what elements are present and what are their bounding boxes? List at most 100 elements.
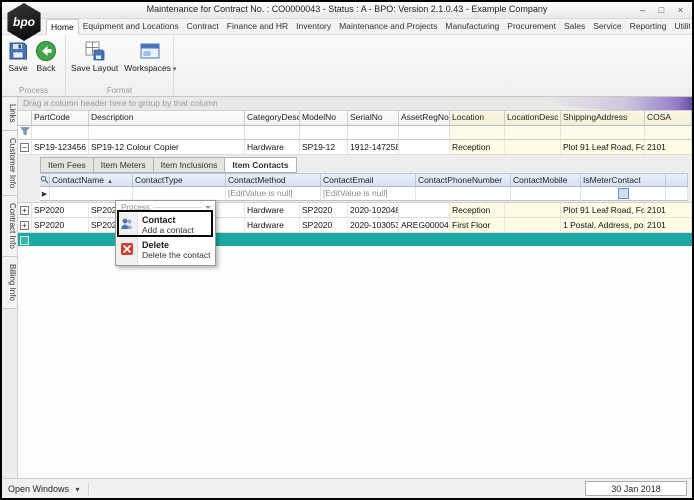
date-display[interactable]: 30 Jan 2018 — [585, 481, 687, 496]
grid-cell[interactable]: AREG000048 — [399, 218, 450, 233]
filter-cell-modelno[interactable] — [300, 126, 348, 140]
grid-cell[interactable]: SP2020 — [300, 203, 348, 218]
filter-cell-assetregno[interactable] — [399, 126, 450, 140]
column-header-contactemail[interactable]: ContactEmail — [321, 173, 416, 187]
back-button[interactable]: Back — [32, 38, 60, 75]
filter-cell-location[interactable] — [450, 126, 505, 140]
column-header-partcode[interactable]: PartCode — [32, 111, 89, 126]
column-header-contactname[interactable]: ContactName — [50, 173, 133, 187]
grid-cell[interactable]: 1 Postal, Address, postal 3, po... — [561, 218, 645, 233]
edit-cell-contactemail[interactable]: [EditValue is null] — [321, 187, 416, 201]
save-layout-button[interactable]: Save Layout — [68, 38, 121, 75]
grid-cell[interactable]: Hardware — [245, 140, 300, 155]
tab-utilities[interactable]: Utilities — [670, 19, 690, 35]
column-header-description[interactable]: Description — [89, 111, 245, 126]
chevron-down-icon[interactable] — [205, 206, 211, 209]
grid-cell[interactable]: Reception — [450, 203, 505, 218]
grid-cell[interactable] — [399, 203, 450, 218]
column-header-contactmobile[interactable]: ContactMobile — [511, 173, 581, 187]
edit-cell-contactname[interactable] — [50, 187, 133, 201]
grid-cell[interactable]: Reception — [450, 140, 505, 155]
sidebar-tab-contract-info[interactable]: Contract Info — [2, 195, 17, 257]
tab-item-inclusions[interactable]: Item Inclusions — [152, 157, 225, 173]
minimize-button[interactable]: – — [633, 3, 652, 18]
filter-cell-cosa[interactable] — [645, 126, 692, 140]
filter-cell-description[interactable] — [89, 126, 245, 140]
edit-cell-contactmobile[interactable] — [511, 187, 581, 201]
column-header-ismetercontact[interactable]: IsMeterContact — [581, 173, 666, 187]
column-header-contacttype[interactable]: ContactType — [133, 173, 226, 187]
grid-cell[interactable]: Plot 91 Leaf Road, Forest Hills,... — [561, 203, 645, 218]
menu-item-contact[interactable]: Contact Add a contact — [116, 213, 215, 238]
column-header-shippingaddress[interactable]: ShippingAddress — [561, 111, 645, 126]
edit-cell-contactphonenumber[interactable] — [416, 187, 511, 201]
grid-cell[interactable] — [505, 203, 561, 218]
grid-cell[interactable]: 1912-147258 — [348, 140, 399, 155]
save-button[interactable]: Save — [4, 38, 32, 75]
tab-maintenance-and-projects[interactable]: Maintenance and Projects — [335, 19, 441, 35]
group-by-band[interactable]: Drag a column header here to group by th… — [18, 97, 692, 111]
workspaces-button[interactable]: Workspaces — [121, 38, 179, 75]
sidebar-tab-customer-info[interactable]: Customer Info — [2, 130, 17, 196]
tab-service[interactable]: Service — [589, 19, 625, 35]
grid-cell[interactable]: Hardware — [245, 203, 300, 218]
column-header-categorydesc[interactable]: CategoryDesc — [245, 111, 300, 126]
grid-cell[interactable]: SP19-12 Colour Copier — [89, 140, 245, 155]
edit-cell-ismetercontact[interactable] — [581, 187, 666, 201]
grid-cell[interactable]: Plot 91 Leaf Road, Forest Hills,... — [561, 140, 645, 155]
edit-cell-contacttype[interactable] — [133, 187, 226, 201]
tab-reporting[interactable]: Reporting — [626, 19, 671, 35]
tab-item-fees[interactable]: Item Fees — [40, 157, 93, 173]
tab-finance-and-hr[interactable]: Finance and HR — [223, 19, 292, 35]
grid-cell[interactable]: Hardware — [245, 218, 300, 233]
tab-contract[interactable]: Contract — [183, 19, 223, 35]
expand-icon-cell[interactable] — [18, 218, 32, 233]
grid-cell[interactable]: 2020-103053 — [348, 218, 399, 233]
grid-cell[interactable]: SP19-12 — [300, 140, 348, 155]
expand-icon[interactable] — [20, 235, 29, 245]
grid-cell[interactable] — [399, 140, 450, 155]
sidebar-tab-links[interactable]: Links — [2, 97, 17, 131]
edit-cell-contactmethod[interactable]: [EditValue is null] — [226, 187, 321, 201]
collapse-icon-cell[interactable] — [18, 140, 32, 155]
filter-icon-cell[interactable] — [18, 126, 32, 140]
column-header-cosa[interactable]: COSA — [645, 111, 692, 126]
grid-cell[interactable]: SP2020 — [300, 218, 348, 233]
close-button[interactable]: × — [671, 3, 690, 18]
tab-item-contacts[interactable]: Item Contacts — [224, 157, 297, 173]
tab-inventory[interactable]: Inventory — [292, 19, 335, 35]
expand-icon[interactable] — [20, 205, 29, 215]
filter-cell-partcode[interactable] — [32, 126, 89, 140]
filter-cell-locationdesc[interactable] — [505, 126, 561, 140]
tab-sales[interactable]: Sales — [560, 19, 589, 35]
filter-cell-serialno[interactable] — [348, 126, 399, 140]
column-header-contactphonenumber[interactable]: ContactPhoneNumber — [416, 173, 511, 187]
tab-equipment-and-locations[interactable]: Equipment and Locations — [79, 19, 183, 35]
collapse-icon[interactable] — [20, 142, 29, 152]
grid-cell[interactable]: 2101 — [645, 218, 692, 233]
open-windows-button[interactable]: Open Windows — [8, 482, 89, 496]
expand-icon[interactable] — [20, 220, 29, 230]
grid-cell[interactable]: First Floor — [450, 218, 505, 233]
search-cell[interactable] — [40, 173, 50, 187]
filter-cell-categorydesc[interactable] — [245, 126, 300, 140]
tab-manufacturing[interactable]: Manufacturing — [441, 19, 503, 35]
menu-item-delete[interactable]: Delete Delete the contact — [116, 238, 215, 263]
tab-procurement[interactable]: Procurement — [503, 19, 560, 35]
grid-cell[interactable]: 2101 — [645, 203, 692, 218]
column-header-location[interactable]: Location — [450, 111, 505, 126]
grid-cell[interactable]: SP2020 — [32, 218, 89, 233]
column-header-modelno[interactable]: ModelNo — [300, 111, 348, 126]
grid-row[interactable]: SP19-123456 SP19-12 Colour Copier Hardwa… — [18, 140, 692, 155]
grid-cell[interactable]: 2020-102048 — [348, 203, 399, 218]
filter-cell-shippingaddress[interactable] — [561, 126, 645, 140]
grid-cell[interactable] — [505, 218, 561, 233]
expand-icon-cell[interactable] — [18, 203, 32, 218]
is-meter-contact-checkbox[interactable] — [617, 188, 629, 199]
maximize-button[interactable]: □ — [652, 3, 671, 18]
column-header-contactmethod[interactable]: ContactMethod — [226, 173, 321, 187]
sidebar-tab-billing-info[interactable]: Billing Info — [2, 256, 17, 309]
column-header-serialno[interactable]: SerialNo — [348, 111, 399, 126]
grid-cell[interactable]: SP19-123456 — [32, 140, 89, 155]
column-header-assetregno[interactable]: AssetRegNo — [399, 111, 450, 126]
